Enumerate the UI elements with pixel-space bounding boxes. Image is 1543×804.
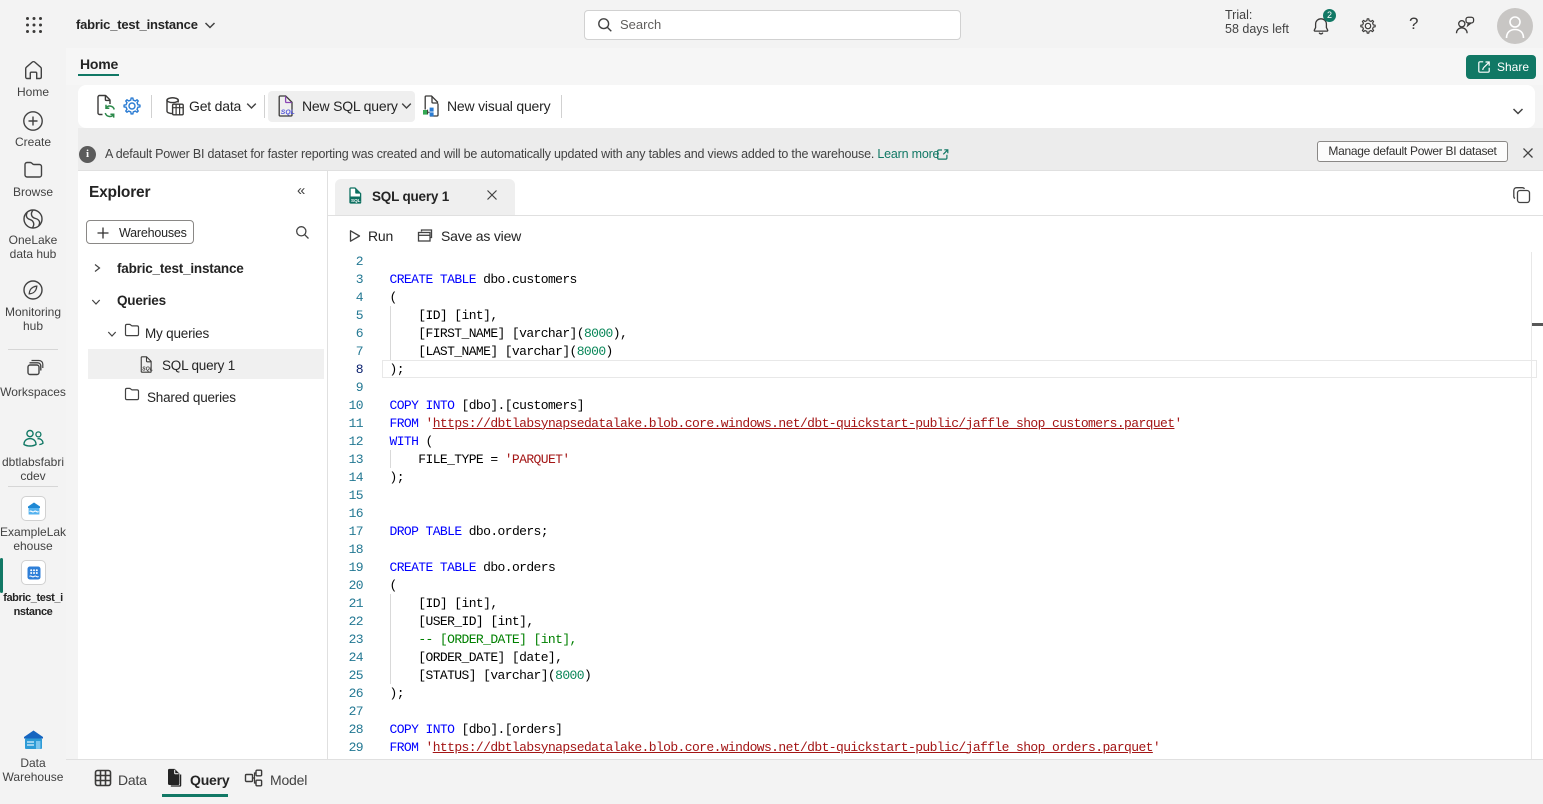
svg-text:SQL: SQL	[351, 198, 361, 203]
svg-text:SQL: SQL	[142, 367, 153, 373]
svg-text:SQL: SQL	[281, 109, 295, 116]
